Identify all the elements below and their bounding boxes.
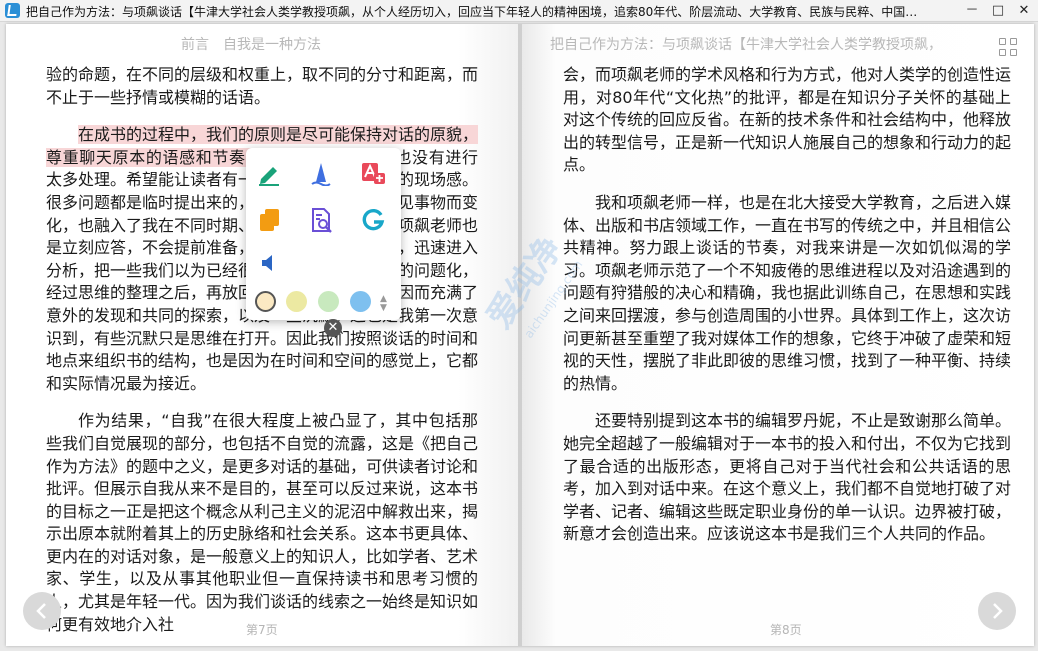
window-title: 把自己作为方法：与项飙谈话【牛津大学社会人类学教授项飙，从个人经历切入，回应当下… [26,5,918,19]
paragraph[interactable]: 会，而项飙老师的学术风格和行为方式，他对人类学的创造性运用，对80年代“文化热”… [563,64,1011,177]
paragraph[interactable]: 还要特别提到这本书的编辑罗丹妮，不止是致谢那么简单。她完全超越了一般编辑对于一本… [563,410,1011,546]
copy-button[interactable] [252,203,286,237]
annotation-toolbar [246,148,401,320]
right-page-text[interactable]: 会，而项飙老师的学术风格和行为方式，他对人类学的创造性运用，对80年代“文化热”… [563,64,1011,561]
right-running-header: 把自己作为方法：与项飙谈话【牛津大学社会人类学教授项飙， [550,37,942,53]
grid-view-icon[interactable] [999,38,1018,57]
google-search-button[interactable] [356,203,390,237]
highlighter-pen-button[interactable] [252,156,286,190]
color-swatch-yellow[interactable] [286,291,307,312]
copy-icon [260,209,279,231]
color-swatch-cream[interactable] [255,291,276,312]
translate-button[interactable] [356,156,390,190]
highlighter-pen-icon [259,167,279,186]
search-document-icon [312,208,332,233]
watermark: 爱纯净 aichunjing.com [470,190,600,364]
color-swatch-blue[interactable] [350,291,371,312]
right-page-number: 第8页 [770,623,802,637]
watermark-logo-icon: 爱纯净 aichunjing.com [479,229,585,340]
swatch-scroll-icon[interactable]: ▲ ▼ [380,295,387,313]
color-swatch-green[interactable] [318,291,339,312]
translate-icon [362,163,385,184]
paragraph[interactable]: 我和项飙老师一样，也是在北大接受大学教育，之后进入媒体、出版和书店领域工作，一直… [563,192,1011,395]
google-search-icon [362,208,385,231]
speaker-icon [262,255,272,271]
chevron-right-icon [993,603,1003,619]
close-toolbar-button[interactable]: ✕ [324,319,342,337]
left-page[interactable]: 前言 自我是一种方法 验的命题，在不同的层级和权重上，取不同的分寸和距离，而不止… [6,24,520,646]
left-running-header: 前言 自我是一种方法 [181,37,321,53]
app-logo-icon [5,3,20,18]
previous-page-button[interactable] [23,592,61,630]
title-bar: 把自己作为方法：与项飙谈话【牛津大学社会人类学教授项飙，从个人经历切入，回应当下… [0,0,1038,22]
paragraph[interactable]: 验的命题，在不同的层级和权重上，取不同的分寸和距离，而不止于一些抒情或模糊的话语… [46,64,478,109]
chevron-left-icon [36,603,46,619]
close-button[interactable]: ✕ [1012,2,1036,19]
paragraph[interactable]: 作为结果，“自我”在很大程度上被凸显了，其中包括那些我们自觉展现的部分，也包括不… [46,410,478,636]
read-aloud-button[interactable] [252,246,286,280]
underline-wave-icon [311,163,331,186]
minimize-button[interactable]: － [960,2,984,19]
search-document-button[interactable] [304,203,338,237]
left-page-number: 第7页 [246,623,278,637]
next-page-button[interactable] [978,592,1016,630]
maximize-button[interactable]: □ [986,2,1010,19]
underline-button[interactable] [304,156,338,190]
